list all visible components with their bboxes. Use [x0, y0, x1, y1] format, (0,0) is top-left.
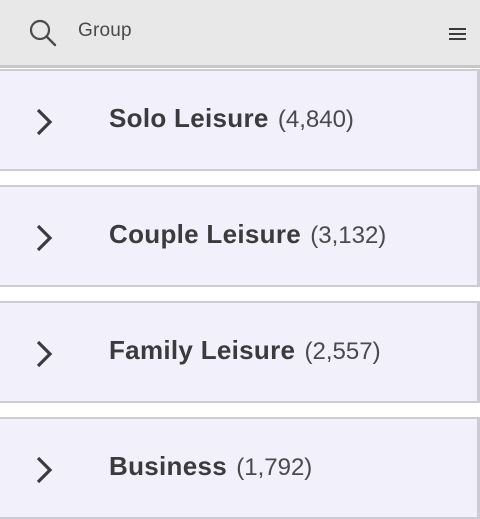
search-field[interactable]: Group: [78, 20, 132, 42]
group-label: Family Leisure (2,557): [109, 335, 381, 366]
group-count: (2,557): [304, 338, 381, 365]
group-label: Couple Leisure (3,132): [109, 219, 386, 250]
group-label: Business (1,792): [109, 451, 312, 482]
chevron-right-icon[interactable]: [33, 223, 55, 253]
group-row-couple-leisure[interactable]: Couple Leisure (3,132): [0, 185, 480, 287]
group-count: (3,132): [310, 222, 387, 249]
group-row-solo-leisure[interactable]: Solo Leisure (4,840): [0, 69, 480, 171]
search-icon[interactable]: [28, 18, 58, 48]
group-count: (1,792): [236, 454, 313, 481]
group-name: Family Leisure: [109, 335, 296, 365]
chevron-right-icon[interactable]: [33, 339, 55, 369]
group-search-bar: Group: [0, 0, 480, 68]
hamburger-menu-icon[interactable]: [448, 25, 468, 43]
group-count: (4,840): [277, 106, 354, 133]
chevron-right-icon[interactable]: [33, 107, 55, 137]
chevron-right-icon[interactable]: [33, 455, 55, 485]
group-name: Solo Leisure: [109, 103, 269, 133]
group-name: Business: [109, 451, 228, 481]
group-row-family-leisure[interactable]: Family Leisure (2,557): [0, 301, 480, 403]
group-name: Couple Leisure: [109, 219, 302, 249]
group-label: Solo Leisure (4,840): [109, 103, 354, 134]
group-row-business[interactable]: Business (1,792): [0, 417, 480, 519]
